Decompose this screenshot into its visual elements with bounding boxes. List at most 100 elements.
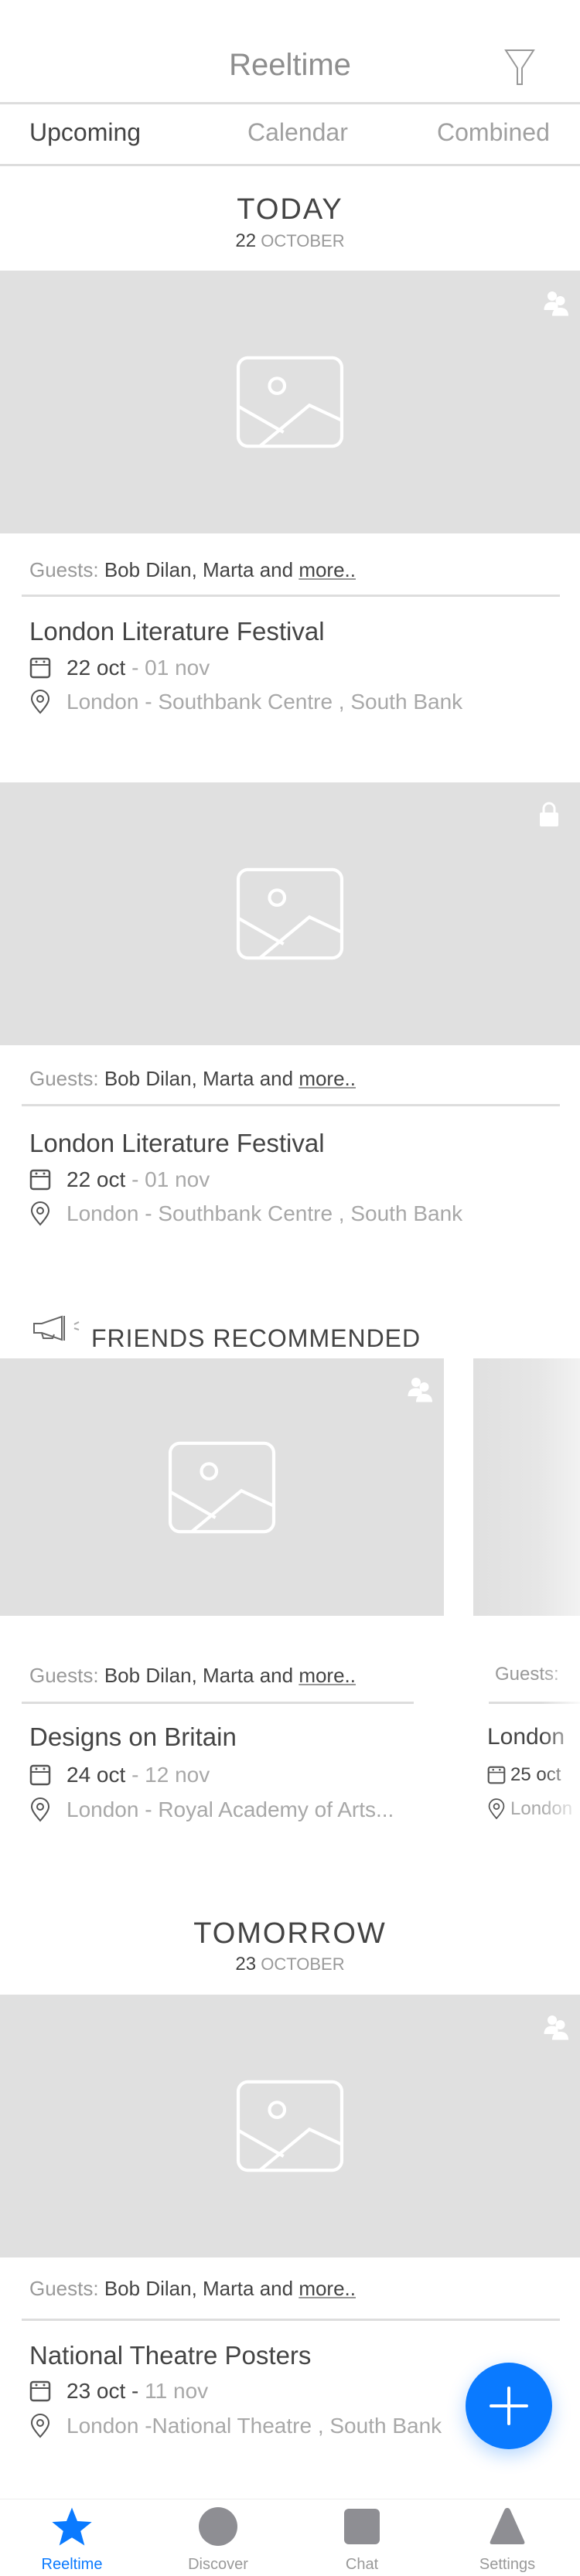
- guest-names: Bob Dilan, Marta and: [104, 1067, 294, 1090]
- tabbar-item-reeltime[interactable]: Reeltime: [26, 2506, 118, 2574]
- tabbar-item-chat[interactable]: Chat: [316, 2506, 408, 2574]
- event-title[interactable]: National Theatre Posters: [29, 2341, 311, 2370]
- more-guests-link[interactable]: more..: [299, 1067, 356, 1090]
- group-icon: [544, 291, 568, 316]
- guests-label: Guests:: [29, 558, 99, 581]
- guests-label: Guests:: [29, 1664, 99, 1687]
- event-image[interactable]: [0, 271, 580, 533]
- location-pin-icon: [30, 1797, 50, 1822]
- image-placeholder-icon: [168, 1441, 276, 1533]
- guest-names: Bob Dilan, Marta and: [104, 558, 294, 581]
- event-location: London - Southbank Centre , South Bank: [29, 1201, 462, 1226]
- end-date: - 12 nov: [131, 1763, 210, 1787]
- event-location: London - Royal Academy of Arts...: [29, 1797, 394, 1822]
- section-tomorrow-date: 23 OCTOBER: [0, 1954, 580, 1975]
- event-location: London - Southbank Centre , South Bank: [29, 690, 462, 714]
- day-number: 23: [235, 1954, 257, 1975]
- more-guests-link[interactable]: more..: [299, 2277, 356, 2300]
- tab-calendar[interactable]: Calendar: [247, 118, 348, 147]
- star-icon: [52, 2507, 92, 2546]
- view-tabs: Upcoming Calendar Combined: [0, 104, 580, 166]
- event-title[interactable]: London Literature Festival: [29, 1129, 325, 1158]
- calendar-icon: [487, 1766, 506, 1784]
- divider: [22, 2319, 560, 2321]
- start-date: 22 oct: [67, 1167, 126, 1191]
- month: OCTOBER: [261, 1954, 345, 1974]
- start-date: 22 oct: [67, 656, 126, 680]
- event-dates: 22 oct - 01 nov: [29, 1167, 210, 1192]
- end-date: 11 nov: [145, 2379, 209, 2403]
- guest-names: Bob Dilan, Marta and: [104, 2277, 294, 2300]
- image-placeholder-icon: [236, 356, 344, 448]
- divider: [22, 1104, 560, 1106]
- calendar-icon: [29, 1764, 51, 1786]
- divider: [22, 595, 560, 597]
- location-text: London - Southbank Centre , South Bank: [67, 690, 463, 714]
- event-title[interactable]: Designs on Britain: [29, 1722, 237, 1752]
- tab-label: Chat: [345, 2556, 379, 2573]
- guests-line: Guests: Bob Dilan, Marta and more..: [29, 558, 356, 582]
- tabbar-item-discover[interactable]: Discover: [172, 2506, 264, 2574]
- tab-label: Settings: [479, 2556, 536, 2573]
- guests-label: Guests:: [29, 2277, 99, 2300]
- group-icon: [408, 1378, 432, 1402]
- location-pin-icon: [30, 2414, 50, 2438]
- event-image[interactable]: [0, 782, 580, 1045]
- event-dates: 22 oct - 01 nov: [29, 656, 210, 680]
- event-location: London -National Theatre , South Bank: [29, 2414, 442, 2438]
- guests-line: Guests: Bob Dilan, Marta and more..: [29, 2277, 356, 2301]
- guests-label: Guests:: [29, 1067, 99, 1090]
- start-date: 24 oct: [67, 1763, 126, 1787]
- event-dates: 24 oct - 12 nov: [29, 1763, 210, 1787]
- tabbar-item-settings[interactable]: Settings: [461, 2506, 554, 2574]
- end-date: - 01 nov: [131, 656, 210, 680]
- location-pin-icon: [30, 690, 50, 714]
- month: OCTOBER: [261, 231, 345, 250]
- more-guests-link[interactable]: more..: [299, 1664, 356, 1687]
- event-dates: 23 oct - 11 nov: [29, 2379, 208, 2404]
- more-guests-link[interactable]: more..: [299, 558, 356, 581]
- location-text: London - Royal Academy of Arts...: [67, 1797, 394, 1821]
- plus-icon: [490, 2387, 528, 2425]
- bottom-tab-bar: Reeltime Discover Chat Settings: [0, 2499, 580, 2576]
- location-text: London - Southbank Centre , South Bank: [67, 1201, 463, 1225]
- guest-names: Bob Dilan, Marta and: [104, 1664, 294, 1687]
- filter-icon[interactable]: [504, 48, 535, 87]
- triangle-icon: [490, 2508, 525, 2544]
- section-today-date: 22 OCTOBER: [0, 230, 580, 252]
- image-placeholder-icon: [236, 2080, 344, 2172]
- section-today-heading: TODAY: [237, 193, 343, 226]
- megaphone-icon: [33, 1315, 80, 1341]
- image-placeholder-icon: [236, 867, 344, 960]
- event-image-next[interactable]: [473, 1358, 580, 1616]
- tab-combined[interactable]: Combined: [437, 118, 550, 147]
- carousel-fade: [541, 1624, 580, 1855]
- guests-line: Guests: Bob Dilan, Marta and more..: [29, 1067, 356, 1091]
- event-image[interactable]: [0, 1995, 580, 2257]
- tab-label: Reeltime: [41, 2556, 103, 2573]
- location-pin-icon: [30, 1201, 50, 1226]
- end-date: - 01 nov: [131, 1167, 210, 1191]
- event-title[interactable]: London Literature Festival: [29, 617, 325, 646]
- start-date: 23 oct -: [67, 2379, 139, 2403]
- day-number: 22: [235, 230, 257, 251]
- event-image[interactable]: [0, 1358, 444, 1616]
- circle-icon: [199, 2507, 237, 2546]
- app-title: Reeltime: [229, 48, 351, 82]
- calendar-icon: [29, 1169, 51, 1191]
- calendar-icon: [29, 2380, 51, 2402]
- friends-recommended-heading: FRIENDS RECOMMENDED: [91, 1324, 421, 1352]
- add-event-button[interactable]: [466, 2363, 552, 2449]
- group-icon: [544, 2015, 568, 2040]
- location-pin-icon: [488, 1798, 505, 1820]
- calendar-icon: [29, 657, 51, 679]
- square-icon: [344, 2509, 380, 2544]
- top-nav-bar: Reeltime: [0, 0, 580, 104]
- divider: [22, 1702, 414, 1704]
- guests-line: Guests: Bob Dilan, Marta and more..: [29, 1664, 356, 1688]
- tab-label: Discover: [188, 2556, 248, 2573]
- tab-upcoming[interactable]: Upcoming: [29, 118, 141, 147]
- location-text: London -National Theatre , South Bank: [67, 2414, 442, 2438]
- lock-icon: [540, 802, 558, 826]
- section-tomorrow-heading: TOMORROW: [193, 1917, 387, 1950]
